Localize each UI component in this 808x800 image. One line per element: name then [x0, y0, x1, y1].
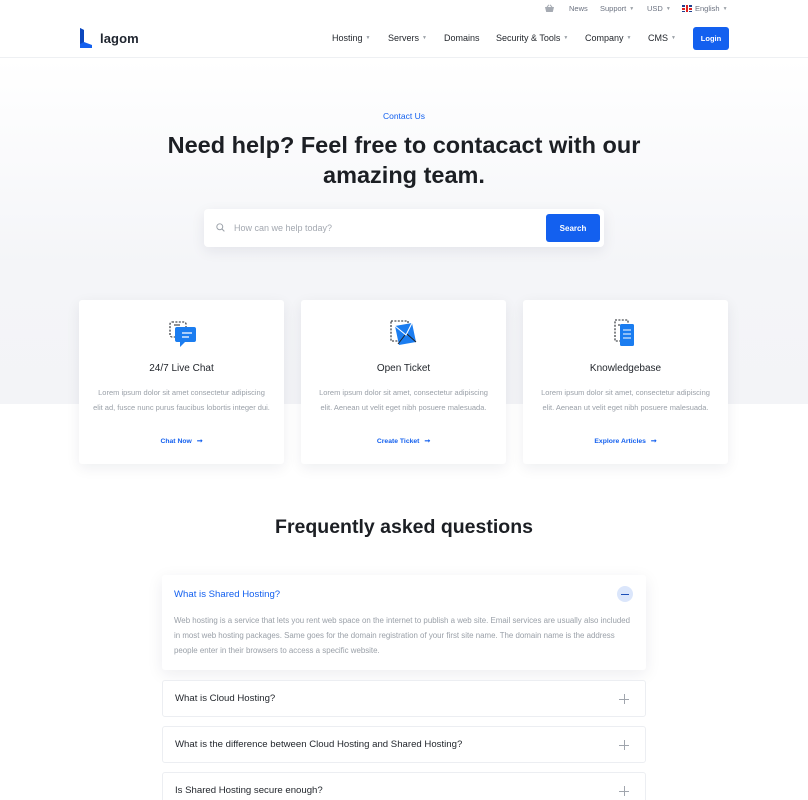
card-title: 24/7 Live Chat — [149, 363, 214, 374]
card-link-label: Chat Now — [160, 437, 192, 445]
chevron-down-icon: ▼ — [671, 35, 676, 41]
nav-label: Hosting — [332, 33, 363, 43]
card-title: Open Ticket — [376, 363, 431, 374]
card-text: Lorem ipsum dolor sit amet consectetur a… — [93, 388, 270, 412]
arrow-right-icon: ➞ — [650, 438, 657, 445]
nav-label: CMS — [648, 33, 668, 43]
nav-security-tools[interactable]: Security & Tools ▼ — [496, 33, 568, 43]
card-text: Lorem ipsum dolor sit amet, consectetur … — [319, 388, 488, 412]
faq-question[interactable]: What is the difference between Cloud Hos… — [175, 739, 462, 750]
arrow-right-icon: ➞ — [424, 438, 431, 445]
brand-logo[interactable]: lagom — [79, 27, 139, 49]
expand-icon[interactable] — [616, 691, 632, 707]
nav-label: Company — [585, 33, 624, 43]
chevron-down-icon: ▼ — [665, 5, 671, 12]
chevron-down-icon: ▼ — [626, 35, 632, 41]
faq-question[interactable]: Is Shared Hosting secure enough? — [175, 785, 323, 796]
hero-eyebrow: Contact Us — [382, 111, 426, 121]
nav-company[interactable]: Company ▼ — [585, 33, 631, 43]
faq-item-expanded[interactable]: What is Shared Hosting? Web hosting is a… — [162, 575, 646, 670]
card-link-label: Create Ticket — [376, 437, 420, 445]
utility-bar: News Support ▼ USD ▼ English ▼ — [0, 0, 808, 18]
hero-title: Need help? Feel free to contacact with o… — [167, 132, 641, 188]
lagom-logo-icon — [80, 28, 92, 48]
faq-answer: Web hosting is a service that lets you r… — [174, 616, 631, 655]
card-knowledgebase: Knowledgebase Lorem ipsum dolor sit amet… — [523, 300, 728, 464]
chevron-down-icon: ▼ — [365, 35, 371, 41]
expand-icon[interactable] — [616, 783, 632, 799]
card-link-label: Explore Articles — [594, 437, 646, 445]
faq-title: Frequently asked questions — [275, 516, 533, 538]
faq-item[interactable]: What is the difference between Cloud Hos… — [162, 726, 646, 763]
card-open-ticket: Open Ticket Lorem ipsum dolor sit amet, … — [301, 300, 506, 464]
chevron-down-icon: ▼ — [563, 35, 569, 41]
currency-label: USD — [647, 4, 663, 13]
currency-menu[interactable]: USD ▼ — [647, 4, 671, 13]
explore-articles-link[interactable]: Explore Articles ➞ — [523, 437, 728, 446]
support-menu[interactable]: Support ▼ — [600, 4, 634, 13]
faq-question[interactable]: What is Cloud Hosting? — [175, 693, 275, 704]
chevron-down-icon: ▼ — [722, 5, 728, 12]
search-button[interactable]: Search — [546, 214, 600, 242]
search-input[interactable] — [234, 217, 534, 239]
nav-cms[interactable]: CMS ▼ — [648, 33, 676, 43]
language-label: English — [695, 4, 720, 13]
faq-question[interactable]: What is Shared Hosting? — [174, 589, 280, 600]
nav-hosting[interactable]: Hosting ▼ — [332, 33, 370, 43]
knowledgebase-icon — [614, 319, 634, 346]
chevron-down-icon: ▼ — [422, 35, 427, 41]
ticket-envelope-icon — [390, 320, 417, 345]
chat-now-link[interactable]: Chat Now ➞ — [79, 437, 284, 446]
nav-label: Domains — [444, 33, 480, 43]
language-menu[interactable]: English ▼ — [682, 4, 728, 13]
nav-label: Servers — [388, 33, 420, 43]
collapse-icon[interactable] — [617, 586, 633, 602]
news-label: News — [569, 4, 588, 13]
uk-flag-icon — [682, 5, 692, 12]
brand-name: lagom — [100, 30, 139, 46]
card-title: Knowledgebase — [589, 363, 662, 374]
main-header: lagom Hosting ▼ Servers ▼ Domains Security… — [0, 18, 808, 58]
search-icon — [216, 223, 225, 232]
live-chat-icon — [169, 321, 196, 347]
create-ticket-link[interactable]: Create Ticket ➞ — [301, 437, 506, 446]
nav-servers[interactable]: Servers ▼ — [388, 33, 427, 43]
nav-domains[interactable]: Domains — [444, 33, 480, 43]
nav-label: Security & Tools — [496, 33, 561, 43]
expand-icon[interactable] — [616, 737, 632, 753]
card-text: Lorem ipsum dolor sit amet, consectetur … — [541, 388, 710, 412]
login-button[interactable]: Login — [693, 27, 729, 50]
basket-icon[interactable] — [544, 4, 555, 13]
faq-item[interactable]: What is Cloud Hosting? — [162, 680, 646, 717]
chevron-down-icon: ▼ — [629, 5, 635, 12]
card-live-chat: 24/7 Live Chat Lorem ipsum dolor sit ame… — [79, 300, 284, 464]
support-label: Support — [600, 4, 627, 13]
arrow-right-icon: ➞ — [196, 438, 203, 445]
search-bar: Search — [204, 209, 604, 247]
faq-item[interactable]: Is Shared Hosting secure enough? — [162, 772, 646, 800]
news-link[interactable]: News — [569, 4, 588, 13]
